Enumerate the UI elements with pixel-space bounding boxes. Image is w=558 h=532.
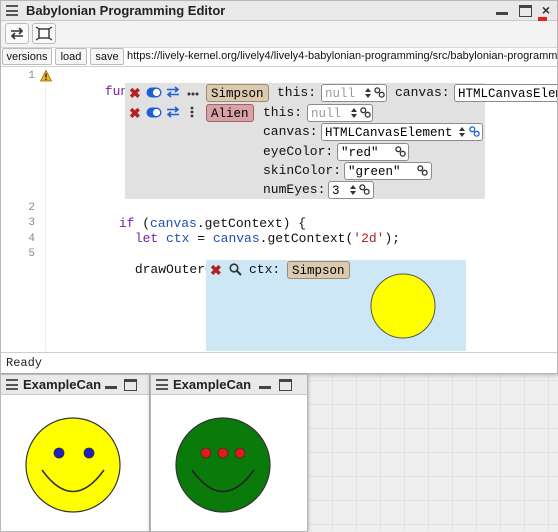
string-literal: '2d' xyxy=(353,231,385,246)
link-icon[interactable] xyxy=(469,126,480,137)
menu-icon[interactable] xyxy=(6,5,18,16)
more-icon[interactable] xyxy=(187,92,199,96)
toggle-on-icon[interactable] xyxy=(146,107,162,118)
minimize-icon[interactable] xyxy=(495,4,509,17)
toggle-on-icon[interactable] xyxy=(146,87,162,98)
editor-titlebar[interactable]: Babylonian Programming Editor × xyxy=(1,1,557,21)
smiley-eye xyxy=(83,447,95,459)
smiley-face xyxy=(25,417,121,513)
var-canvas: canvas xyxy=(212,231,260,246)
numeyes-value: 3 xyxy=(332,184,340,198)
canvas-window-titlebar[interactable]: ExampleCanv xyxy=(151,375,307,395)
canvas-window-titlebar[interactable]: ExampleCanv xyxy=(1,375,149,395)
keyword: let xyxy=(134,231,159,246)
warning-icon[interactable] xyxy=(40,70,52,82)
canvas-value: HTMLCanvasElement xyxy=(458,87,557,101)
link-icon[interactable] xyxy=(374,87,385,98)
smiley-eye xyxy=(200,447,212,459)
stepper-icon[interactable] xyxy=(459,127,465,137)
swap-arrows-icon xyxy=(10,27,24,40)
frame-icon xyxy=(35,26,53,41)
stepper-icon[interactable] xyxy=(351,108,357,118)
link-icon[interactable] xyxy=(395,146,406,157)
probe-label: ctx: xyxy=(249,262,281,277)
maximize-icon[interactable] xyxy=(519,5,532,17)
this-label: this: xyxy=(277,85,317,100)
skincolor-value: "green" xyxy=(348,165,401,179)
menu-icon[interactable] xyxy=(156,379,168,390)
window-title: ExampleCanv xyxy=(23,377,101,392)
line-number: 2 xyxy=(28,202,35,214)
link-icon[interactable] xyxy=(417,165,428,176)
this-value: null xyxy=(311,107,342,121)
window-title: Babylonian Programming Editor xyxy=(26,3,226,18)
more-vertical-icon[interactable] xyxy=(190,106,194,118)
this-label: this: xyxy=(263,105,303,120)
smiley-face xyxy=(175,417,271,513)
smiley-eye xyxy=(217,447,229,459)
link-icon[interactable] xyxy=(360,107,371,118)
example-canvas-window: ExampleCanv xyxy=(0,374,150,532)
save-button[interactable]: save xyxy=(90,48,124,65)
smiley-eye xyxy=(234,447,246,459)
this-value: null xyxy=(325,87,356,101)
load-button[interactable]: load xyxy=(55,48,87,65)
delete-probe-icon[interactable]: ✖ xyxy=(210,263,222,277)
canvas-label: canvas: xyxy=(263,124,318,139)
search-icon[interactable] xyxy=(229,263,242,276)
stepper-icon[interactable] xyxy=(365,88,371,98)
probe-example-tag[interactable]: Simpson xyxy=(287,261,350,279)
status-bar: Ready xyxy=(1,352,557,373)
example-tag-alien[interactable]: Alien xyxy=(206,104,254,122)
swap-arrows-icon[interactable] xyxy=(166,86,180,98)
url-field[interactable]: https://lively-kernel.org/lively4/lively… xyxy=(127,48,558,65)
swap-arrows-icon[interactable] xyxy=(166,106,180,118)
token: = xyxy=(189,231,213,246)
smiley-canvas xyxy=(175,417,271,513)
line-number: 3 xyxy=(28,217,35,229)
editor-gutter xyxy=(45,67,46,351)
link-icon[interactable] xyxy=(359,184,370,195)
editor-toolbar xyxy=(1,21,557,48)
maximize-icon[interactable] xyxy=(124,379,137,391)
minimize-icon[interactable] xyxy=(258,378,272,391)
eyecolor-value: "red" xyxy=(341,146,379,160)
stepper-icon[interactable] xyxy=(350,185,356,195)
smiley-eye xyxy=(53,447,65,459)
eyecolor-label: eyeColor: xyxy=(263,144,334,159)
probe-canvas-preview xyxy=(370,273,436,339)
status-text: Ready xyxy=(6,356,43,370)
minimize-icon[interactable] xyxy=(104,378,118,391)
numeyes-label: numEyes: xyxy=(263,182,326,197)
var-ctx: ctx xyxy=(166,231,190,246)
editor-window: Babylonian Programming Editor × versions… xyxy=(0,0,558,374)
token: ); xyxy=(384,231,401,246)
canvas-value: HTMLCanvasElement xyxy=(325,126,453,140)
delete-example-icon[interactable]: ✖ xyxy=(129,106,141,120)
menu-icon[interactable] xyxy=(6,379,18,390)
frame-button[interactable] xyxy=(32,23,56,44)
maximize-icon[interactable] xyxy=(279,379,292,391)
example-canvas-window: ExampleCanv xyxy=(150,374,308,532)
line-number: 5 xyxy=(28,248,35,260)
versions-button[interactable]: versions xyxy=(2,48,52,65)
line-number: 4 xyxy=(28,233,35,245)
close-icon[interactable]: × xyxy=(539,3,553,17)
token: .getContext( xyxy=(259,231,354,246)
window-title: ExampleCanv xyxy=(173,377,251,392)
swap-arrows-button[interactable] xyxy=(5,23,29,44)
line-number: 1 xyxy=(28,70,35,82)
canvas-field[interactable]: HTMLCanvasElement xyxy=(454,84,557,102)
smiley-canvas xyxy=(25,417,121,513)
delete-example-icon[interactable]: ✖ xyxy=(129,86,141,100)
code-editor[interactable]: 1 function drawSmiley(canvas, eyeColor, … xyxy=(1,67,557,351)
navigation-bar: versions load save https://lively-kernel… xyxy=(1,48,558,67)
canvas-label: canvas: xyxy=(395,85,450,100)
example-tag-simpson[interactable]: Simpson xyxy=(206,84,269,102)
skincolor-label: skinColor: xyxy=(263,163,342,178)
